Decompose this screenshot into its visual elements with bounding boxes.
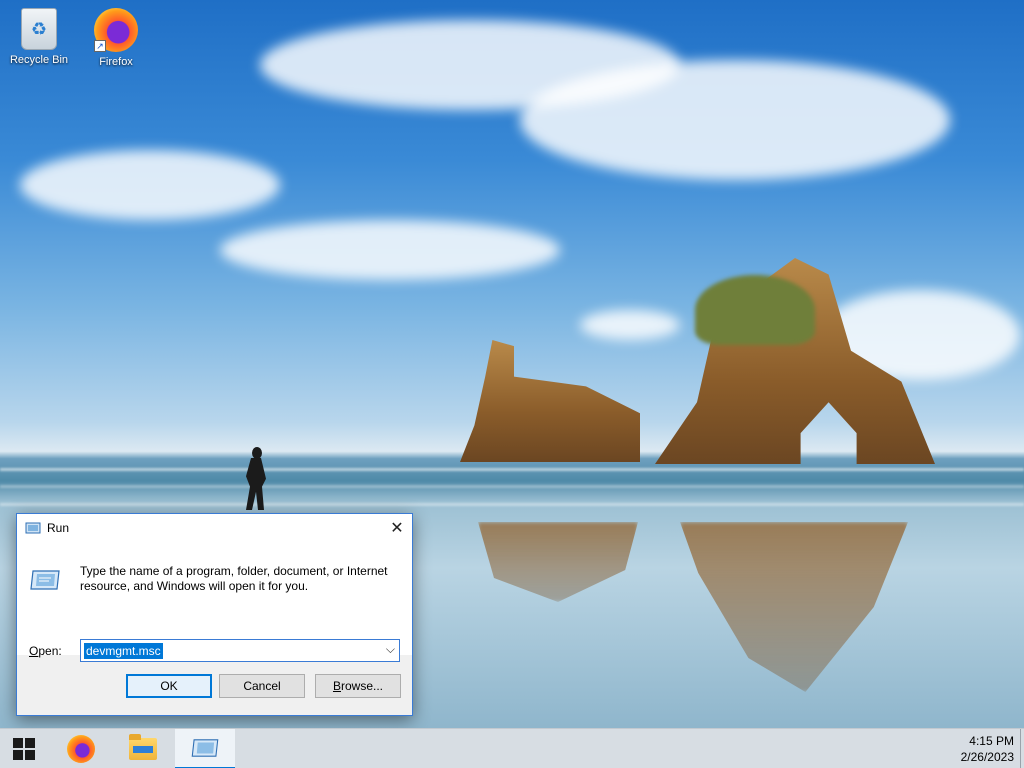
clock-date: 2/26/2023: [960, 750, 1014, 764]
desktop-icon-firefox[interactable]: ↗ Firefox: [80, 8, 152, 68]
wave: [0, 485, 1024, 488]
open-combobox[interactable]: devmgmt.msc ⌵: [80, 639, 400, 662]
shortcut-arrow-icon: ↗: [94, 40, 106, 52]
rock-reflection-left: [478, 522, 638, 602]
open-label-text: pen:: [38, 644, 62, 658]
desktop-icon-label: Recycle Bin: [9, 54, 69, 66]
firefox-icon: [67, 734, 95, 763]
taskbar-firefox[interactable]: [57, 729, 105, 768]
clock-time: 4:15 PM: [969, 734, 1014, 748]
close-button[interactable]: ✕: [382, 514, 412, 541]
show-desktop-button[interactable]: [1020, 729, 1024, 768]
run-program-icon: [191, 738, 219, 757]
desktop-icon-recycle-bin[interactable]: Recycle Bin: [3, 8, 75, 66]
browse-accesskey: B: [332, 679, 341, 693]
run-program-icon: [30, 570, 60, 590]
system-clock[interactable]: 4:15 PM 2/26/2023: [961, 733, 1014, 765]
recycle-bin-icon: [21, 8, 57, 50]
dialog-title: Run: [47, 520, 70, 535]
firefox-icon: ↗: [94, 8, 138, 52]
dialog-description: Type the name of a program, folder, docu…: [80, 564, 388, 593]
taskbar-run[interactable]: [175, 728, 235, 768]
wave: [0, 503, 1024, 506]
cloud: [20, 150, 280, 220]
desktop-icon-label: Firefox: [99, 56, 133, 68]
rock-left: [460, 340, 640, 462]
run-dialog: Run ✕ Type the name of a program, folder…: [16, 513, 413, 716]
open-label-accesskey: O: [29, 644, 39, 658]
folder-icon: [129, 733, 157, 760]
ok-button[interactable]: OK: [126, 674, 212, 698]
browse-label: rowse...: [341, 679, 384, 693]
taskbar: 4:15 PM 2/26/2023: [0, 728, 1024, 768]
run-app-icon: [25, 522, 41, 533]
taskbar-file-explorer[interactable]: [119, 729, 167, 768]
wave: [0, 468, 1024, 471]
dialog-content: Type the name of a program, folder, docu…: [17, 541, 412, 662]
dialog-titlebar[interactable]: Run ✕: [17, 514, 412, 541]
cloud: [520, 60, 950, 180]
cancel-button[interactable]: Cancel: [219, 674, 305, 698]
windows-logo-icon: [13, 737, 35, 760]
open-input-value[interactable]: devmgmt.msc: [84, 642, 163, 659]
rock-vegetation: [695, 275, 815, 345]
cloud: [220, 220, 560, 280]
close-icon: ✕: [390, 519, 404, 537]
chevron-down-icon[interactable]: ⌵: [386, 642, 395, 657]
rock-reflection-right: [680, 522, 908, 692]
cloud: [580, 310, 680, 340]
open-label: Open:: [29, 644, 62, 658]
runner-head: [252, 447, 262, 459]
browse-button[interactable]: Browse...: [315, 674, 401, 698]
start-button[interactable]: [0, 729, 48, 768]
dialog-buttons: OK Cancel Browse...: [17, 674, 412, 698]
